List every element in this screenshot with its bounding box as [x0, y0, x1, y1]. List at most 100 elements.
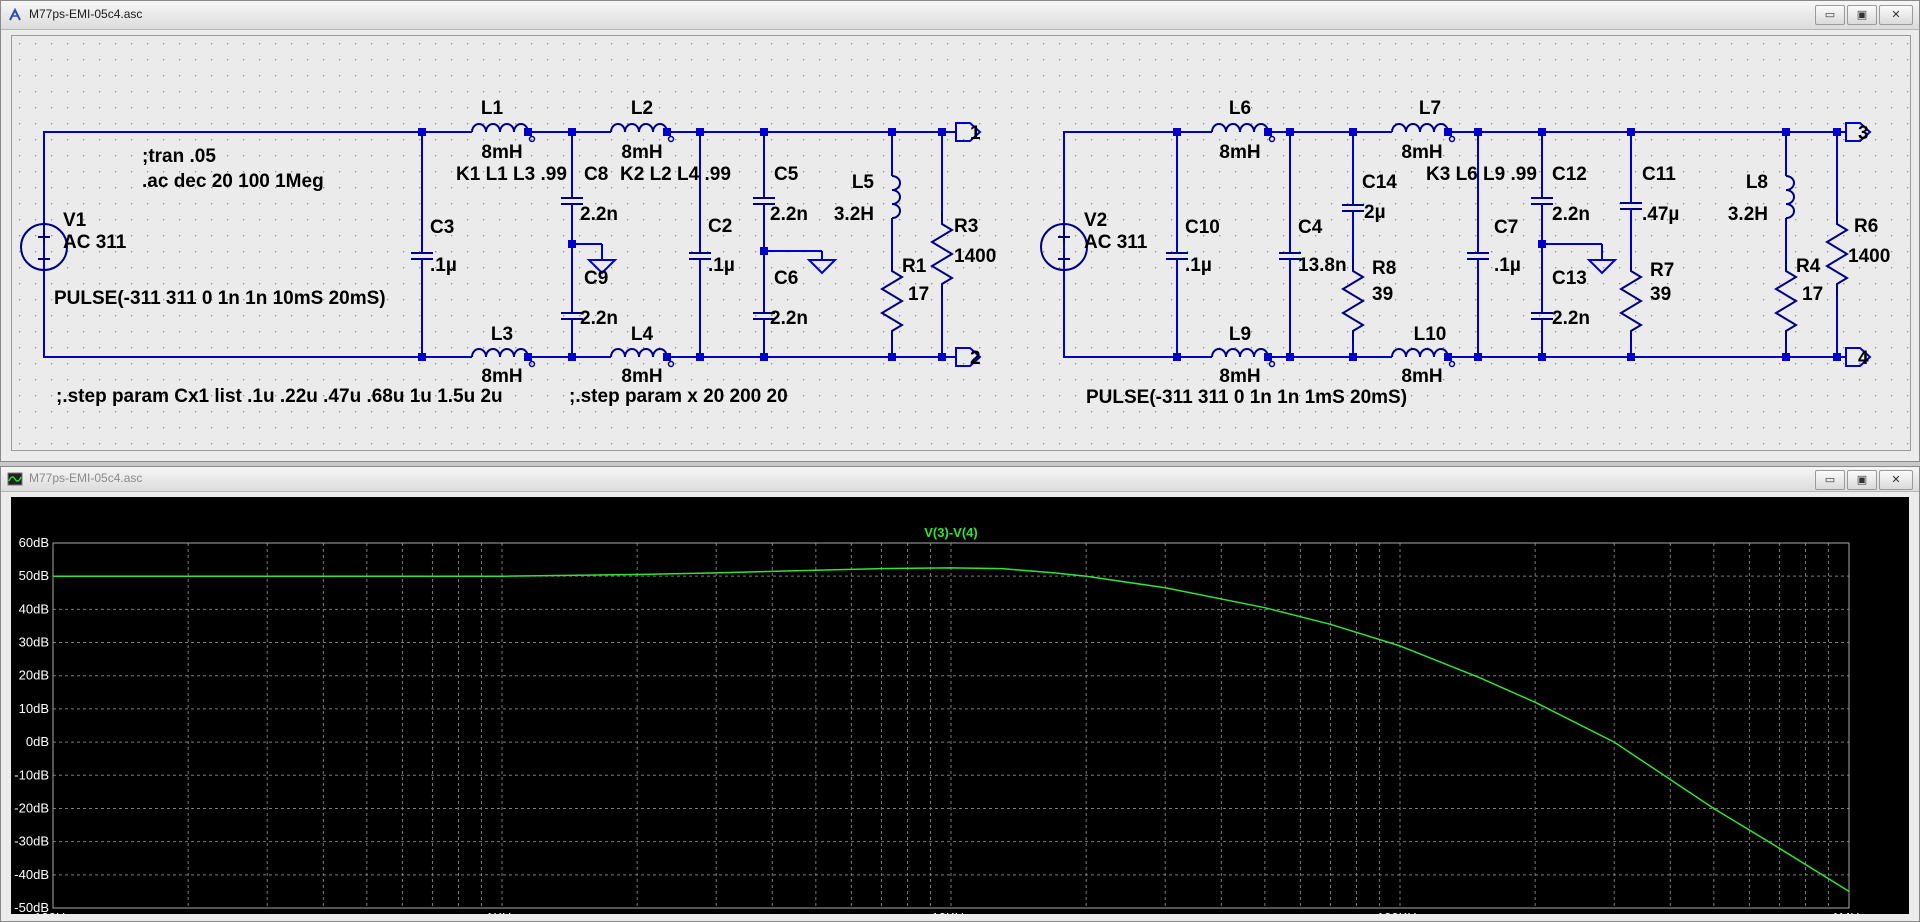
- y-tick-label: 20dB: [19, 668, 49, 683]
- label-r6-value: 1400: [1848, 246, 1890, 267]
- label-v2-value: AC 311: [1084, 232, 1148, 253]
- y-tick-label: 30dB: [19, 635, 49, 650]
- trace-title: V(3)-V(4): [924, 525, 977, 540]
- waveform-window-title: M77ps-EMI-05c4.asc: [29, 471, 143, 485]
- directive-ac[interactable]: .ac dec 20 100 1Meg: [142, 171, 324, 192]
- y-tick-label: -40dB: [14, 867, 49, 882]
- label-r1-value: 17: [908, 284, 929, 305]
- label-c10-name: C10: [1185, 217, 1220, 238]
- y-tick-label: -30dB: [14, 834, 49, 849]
- schematic-titlebar[interactable]: M77ps-EMI-05c4.asc ▭ ▣ ✕: [1, 1, 1919, 30]
- y-tick-label: 0dB: [26, 734, 49, 749]
- label-l3-name: L3: [491, 324, 513, 345]
- label-l5-name: L5: [852, 172, 875, 193]
- label-c10-value: .1µ: [1185, 255, 1212, 276]
- label-port-4: 4: [1858, 348, 1869, 369]
- label-l7-name: L7: [1419, 98, 1441, 119]
- minimize-button[interactable]: ▭: [1815, 5, 1845, 25]
- y-tick-label: -10dB: [14, 767, 49, 782]
- label-l8-name: L8: [1746, 172, 1768, 193]
- x-tick-label: 10KHz: [931, 910, 970, 914]
- label-l7-value: 8mH: [1401, 142, 1442, 163]
- label-r3-value: 1400: [954, 246, 996, 267]
- y-tick-label: 60dB: [19, 535, 49, 550]
- close-button[interactable]: ✕: [1879, 470, 1913, 490]
- label-c14-name: C14: [1362, 172, 1397, 193]
- label-l10-name: L10: [1414, 324, 1447, 345]
- label-c9-value: 2.2n: [580, 308, 618, 329]
- y-tick-label: -20dB: [14, 800, 49, 815]
- schematic-drawing: V1 AC 311 L1 8mH L2 8mH L3 8mH L4 8mH C3…: [12, 36, 1910, 450]
- label-r7-name: R7: [1650, 260, 1674, 281]
- label-c8-value: 2.2n: [580, 204, 618, 225]
- label-c6-value: 2.2n: [770, 308, 808, 329]
- label-c7-name: C7: [1494, 217, 1518, 238]
- label-l8-value: 3.2H: [1728, 204, 1768, 225]
- label-r4-name: R4: [1796, 256, 1821, 277]
- label-c11-name: C11: [1642, 164, 1676, 185]
- label-r8-value: 39: [1372, 284, 1393, 305]
- label-l4-value: 8mH: [621, 366, 662, 387]
- ltspice-schematic-icon: [9, 7, 21, 21]
- label-c12-value: 2.2n: [1552, 204, 1590, 225]
- label-r8-name: R8: [1372, 258, 1396, 279]
- label-c11-value: .47µ: [1642, 204, 1679, 225]
- label-v1-value: AC 311: [63, 232, 127, 253]
- label-c4-value: 13.8n: [1298, 255, 1347, 276]
- directive-k3[interactable]: K3 L6 L9 .99: [1426, 164, 1537, 185]
- label-c12-name: C12: [1552, 164, 1587, 185]
- label-r1-name: R1: [902, 256, 927, 277]
- label-c5-name: C5: [774, 164, 799, 185]
- directive-k2[interactable]: K2 L2 L4 .99: [620, 164, 731, 185]
- schematic-canvas[interactable]: V1 AC 311 L1 8mH L2 8mH L3 8mH L4 8mH C3…: [11, 35, 1911, 451]
- label-v2-name: V2: [1084, 210, 1107, 231]
- label-l9-name: L9: [1229, 324, 1251, 345]
- directive-tran[interactable]: ;tran .05: [142, 146, 216, 167]
- label-l6-value: 8mH: [1219, 142, 1260, 163]
- label-c3-value: .1µ: [430, 255, 457, 276]
- waveform-window: M77ps-EMI-05c4.asc ▭ ▣ ✕ 60dB 50dB 40dB 30d…: [0, 466, 1920, 922]
- label-c3-name: C3: [430, 217, 454, 238]
- y-tick-label: 40dB: [19, 601, 49, 616]
- label-v1-name: V1: [63, 210, 87, 231]
- restore-button[interactable]: ▣: [1847, 470, 1877, 490]
- restore-button[interactable]: ▣: [1847, 5, 1877, 25]
- directive-pulse2[interactable]: PULSE(-311 311 0 1n 1n 1mS 20mS): [1086, 387, 1407, 408]
- label-c2-name: C2: [708, 216, 732, 237]
- y-tick-label: 50dB: [19, 568, 49, 583]
- bode-plot: 60dB 50dB 40dB 30dB 20dB 10dB 0dB -10dB -20dB -30…: [14, 525, 1866, 914]
- label-l2-value: 8mH: [621, 142, 662, 163]
- directive-step2[interactable]: ;.step param x 20 200 20: [569, 386, 788, 407]
- close-button[interactable]: ✕: [1879, 5, 1913, 25]
- waveform-viewer-icon: [7, 472, 23, 486]
- directive-k1[interactable]: K1 L1 L3 .99: [456, 164, 567, 185]
- label-l2-name: L2: [631, 98, 653, 119]
- label-l3-value: 8mH: [481, 366, 522, 387]
- schematic-window-title: M77ps-EMI-05c4.asc: [29, 7, 143, 21]
- label-c4-name: C4: [1298, 217, 1323, 238]
- waveform-plot-pane[interactable]: 60dB 50dB 40dB 30dB 20dB 10dB 0dB -10dB -20dB -30…: [11, 497, 1909, 914]
- label-port-3: 3: [1858, 123, 1869, 144]
- label-c7-value: .1µ: [1494, 255, 1521, 276]
- label-c5-value: 2.2n: [770, 204, 808, 225]
- x-tick-label: 100KHz: [1377, 910, 1423, 914]
- directive-pulse1[interactable]: PULSE(-311 311 0 1n 1n 10mS 20mS): [54, 288, 386, 309]
- x-tick-label: 100Hz: [34, 910, 72, 914]
- label-c2-value: .1µ: [708, 255, 735, 276]
- label-l5-value: 3.2H: [834, 204, 874, 225]
- label-c8-name: C8: [584, 164, 608, 185]
- waveform-titlebar[interactable]: M77ps-EMI-05c4.asc ▭ ▣ ✕: [1, 467, 1919, 492]
- label-r4-value: 17: [1802, 284, 1823, 305]
- minimize-button[interactable]: ▭: [1815, 470, 1845, 490]
- directive-step1[interactable]: ;.step param Cx1 list .1u .22u .47u .68u…: [56, 386, 503, 407]
- label-c13-name: C13: [1552, 268, 1587, 289]
- schematic-window: M77ps-EMI-05c4.asc ▭ ▣ ✕ V1 AC 311 L1 8m…: [0, 0, 1920, 462]
- x-tick-label: 1MHz: [1832, 910, 1866, 914]
- label-r3-name: R3: [954, 216, 978, 237]
- label-l1-value: 8mH: [481, 142, 522, 163]
- label-r7-value: 39: [1650, 284, 1671, 305]
- label-c13-value: 2.2n: [1552, 308, 1590, 329]
- label-l9-value: 8mH: [1219, 366, 1260, 387]
- label-l4-name: L4: [631, 324, 654, 345]
- label-port-1: 1: [970, 123, 981, 144]
